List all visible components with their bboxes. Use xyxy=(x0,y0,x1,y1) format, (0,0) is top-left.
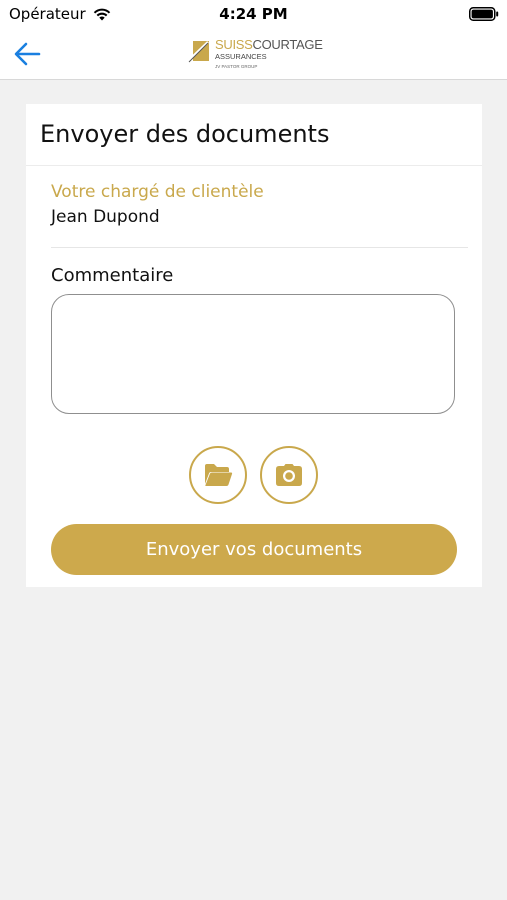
section-divider xyxy=(51,247,468,248)
take-photo-button[interactable] xyxy=(260,446,318,504)
send-documents-card: Envoyer des documents Votre chargé de cl… xyxy=(26,104,482,587)
company-logo: SUISSCOURTAGE ASSURANCES JV PASTOR GROUP xyxy=(187,37,327,73)
logo-mark-icon xyxy=(187,41,209,63)
attach-file-button[interactable] xyxy=(189,446,247,504)
logo-brand-part1: SUISS xyxy=(215,37,253,52)
comment-field[interactable] xyxy=(51,294,455,414)
status-bar: Opérateur 4:24 PM xyxy=(0,0,507,30)
logo-group: JV PASTOR GROUP xyxy=(215,64,258,69)
logo-subtitle: ASSURANCES xyxy=(215,52,267,61)
folder-open-icon xyxy=(205,464,233,486)
comment-label: Commentaire xyxy=(51,265,174,286)
send-documents-button[interactable]: Envoyer vos documents xyxy=(51,524,457,575)
battery-icon xyxy=(469,7,499,21)
agent-name: Jean Dupond xyxy=(51,207,160,227)
status-time: 4:24 PM xyxy=(219,5,288,23)
title-divider xyxy=(26,165,482,166)
back-arrow-icon[interactable] xyxy=(12,38,44,70)
page-title: Envoyer des documents xyxy=(40,120,330,148)
nav-bar: SUISSCOURTAGE ASSURANCES JV PASTOR GROUP xyxy=(0,30,507,80)
camera-icon xyxy=(276,464,302,486)
agent-label: Votre chargé de clientèle xyxy=(51,182,264,202)
logo-brand-part2: COURTAGE xyxy=(252,37,323,52)
logo-brand: SUISSCOURTAGE xyxy=(215,37,323,52)
